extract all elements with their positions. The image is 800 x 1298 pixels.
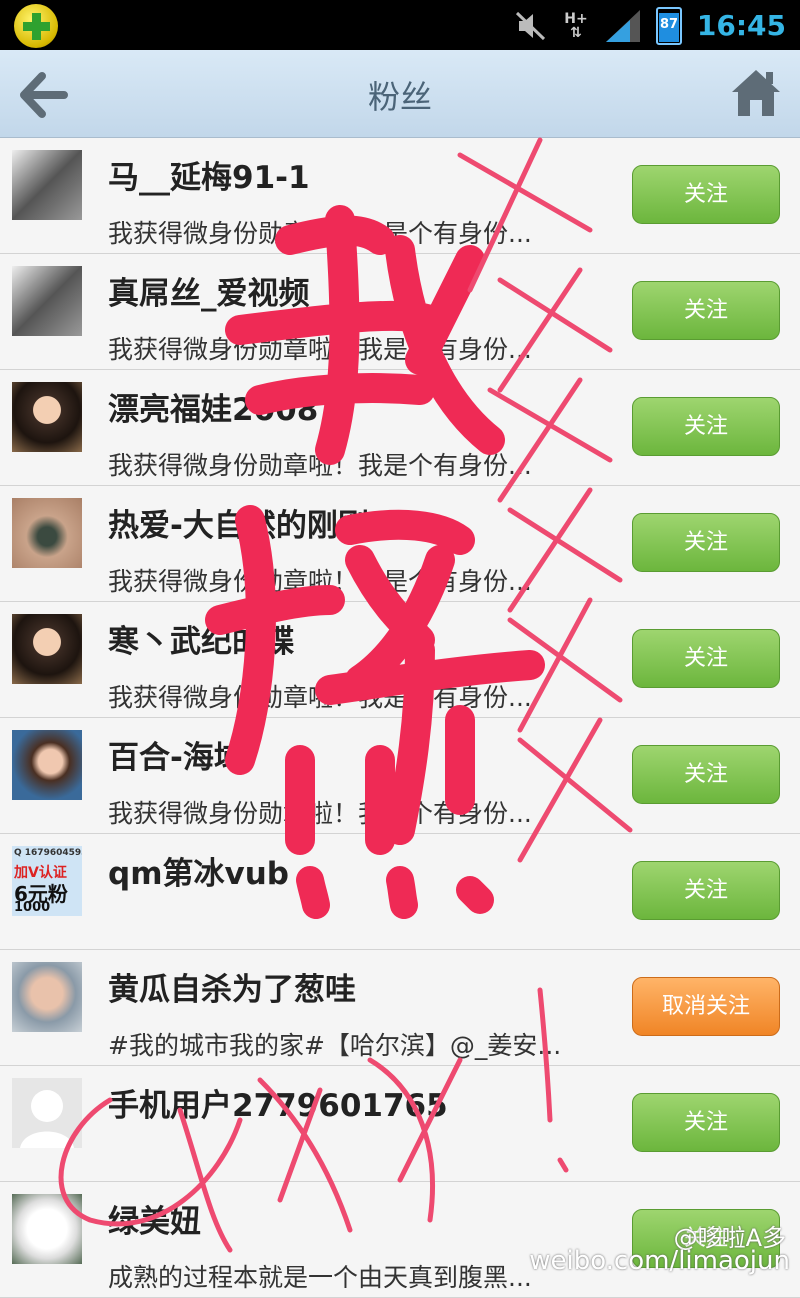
fan-name[interactable]: 绿美妞 bbox=[108, 1196, 201, 1241]
fan-name[interactable]: 百合-海域 bbox=[108, 732, 245, 777]
follow-button[interactable]: 关注 bbox=[632, 397, 780, 456]
fan-list: 马__延梅91-1 我获得微身份勋章啦！我是个有身份... 关注 真屌丝_爱视频… bbox=[0, 138, 800, 1298]
status-bar: H+ ⇅ 87 16:45 bbox=[0, 0, 800, 50]
fan-row[interactable]: 百合-海域 我获得微身份勋章啦！我是个有身份... 关注 bbox=[0, 718, 800, 834]
home-icon[interactable] bbox=[730, 66, 782, 120]
fan-row[interactable]: 马__延梅91-1 我获得微身份勋章啦！我是个有身份... 关注 bbox=[0, 138, 800, 254]
follow-button[interactable]: 关注 bbox=[632, 281, 780, 340]
fan-row[interactable]: 寒丶武纪的蝶 我获得微身份勋章啦！我是个有身份... 关注 bbox=[0, 602, 800, 718]
avatar-photo-woman2[interactable] bbox=[12, 730, 82, 800]
fan-description: 我获得微身份勋章啦！我是个有身份... bbox=[108, 451, 532, 480]
hplus-data-icon: H+ ⇅ bbox=[564, 11, 588, 41]
avatar-default[interactable] bbox=[12, 1078, 82, 1148]
fan-description: 我获得微身份勋章啦！我是个有身份... bbox=[108, 567, 532, 596]
avatar-photo-woman[interactable] bbox=[12, 614, 82, 684]
avatar-photo-tattoo[interactable] bbox=[12, 498, 82, 568]
fan-description: #我的城市我的家#【哈尔滨】@_姜安... bbox=[108, 1031, 562, 1060]
avatar-photo-dog[interactable] bbox=[12, 1194, 82, 1264]
unfollow-button[interactable]: 取消关注 bbox=[632, 977, 780, 1036]
fan-name[interactable]: 热爱-大自然的刚刚 bbox=[108, 500, 369, 545]
fan-row[interactable]: 漂亮福娃2008 我获得微身份勋章啦！我是个有身份... 关注 bbox=[0, 370, 800, 486]
mute-icon bbox=[515, 11, 546, 41]
follow-button[interactable]: 关注 bbox=[632, 165, 780, 224]
fan-name[interactable]: qm第冰vub bbox=[108, 848, 289, 893]
follow-button[interactable]: 关注 bbox=[632, 745, 780, 804]
fan-description: 我获得微身份勋章啦！我是个有身份... bbox=[108, 335, 532, 364]
fan-row[interactable]: Q 1679604595 加V认证 6元粉 1000 qm第冰vub 关注 bbox=[0, 834, 800, 950]
watermark-url: weibo.com/limaojun bbox=[529, 1246, 790, 1276]
status-time: 16:45 bbox=[696, 9, 786, 42]
battery-icon: 87 bbox=[656, 7, 682, 45]
fan-description: 我获得微身份勋章啦！我是个有身份... bbox=[108, 799, 532, 828]
avatar-photo-bw[interactable] bbox=[12, 150, 82, 220]
fan-name[interactable]: 马__延梅91-1 bbox=[108, 152, 310, 197]
follow-button[interactable]: 关注 bbox=[632, 861, 780, 920]
fan-name[interactable]: 黄瓜自杀为了葱哇 bbox=[108, 964, 356, 1009]
follow-button[interactable]: 关注 bbox=[632, 1093, 780, 1152]
fan-name[interactable]: 漂亮福娃2008 bbox=[108, 384, 318, 429]
fan-description: 我获得微身份勋章啦！我是个有身份... bbox=[108, 219, 532, 248]
fan-description: 我获得微身份勋章啦！我是个有身份... bbox=[108, 683, 532, 712]
avatar-ad-text: 1000 bbox=[14, 900, 51, 915]
avatar-photo-woman[interactable] bbox=[12, 382, 82, 452]
signal-icon bbox=[606, 10, 640, 42]
avatar-photo-man[interactable] bbox=[12, 962, 82, 1032]
fan-name[interactable]: 真屌丝_爱视频 bbox=[108, 268, 310, 313]
avatar-ad[interactable]: Q 1679604595 加V认证 6元粉 1000 bbox=[12, 846, 82, 916]
battery-level: 87 bbox=[659, 17, 679, 32]
follow-button[interactable]: 关注 bbox=[632, 629, 780, 688]
fan-row[interactable]: 黄瓜自杀为了葱哇 #我的城市我的家#【哈尔滨】@_姜安... 取消关注 bbox=[0, 950, 800, 1066]
fan-description: 成熟的过程本就是一个由天真到腹黑... bbox=[108, 1263, 532, 1292]
360-plus-icon bbox=[14, 4, 58, 48]
default-avatar-icon bbox=[20, 1090, 74, 1148]
title-bar: 粉丝 bbox=[0, 50, 800, 138]
status-icons: H+ ⇅ 87 bbox=[514, 6, 682, 46]
fan-name[interactable]: 寒丶武纪的蝶 bbox=[108, 616, 294, 661]
avatar-photo-bw[interactable] bbox=[12, 266, 82, 336]
follow-button[interactable]: 关注 bbox=[632, 513, 780, 572]
fan-row[interactable]: 手机用户2779601765 关注 bbox=[0, 1066, 800, 1182]
avatar-ad-text: Q 1679604595 bbox=[14, 848, 82, 858]
fan-name[interactable]: 手机用户2779601765 bbox=[108, 1080, 448, 1125]
page-title: 粉丝 bbox=[367, 78, 432, 116]
fan-row[interactable]: 热爱-大自然的刚刚 我获得微身份勋章啦！我是个有身份... 关注 bbox=[0, 486, 800, 602]
fan-row[interactable]: 真屌丝_爱视频 我获得微身份勋章啦！我是个有身份... 关注 bbox=[0, 254, 800, 370]
